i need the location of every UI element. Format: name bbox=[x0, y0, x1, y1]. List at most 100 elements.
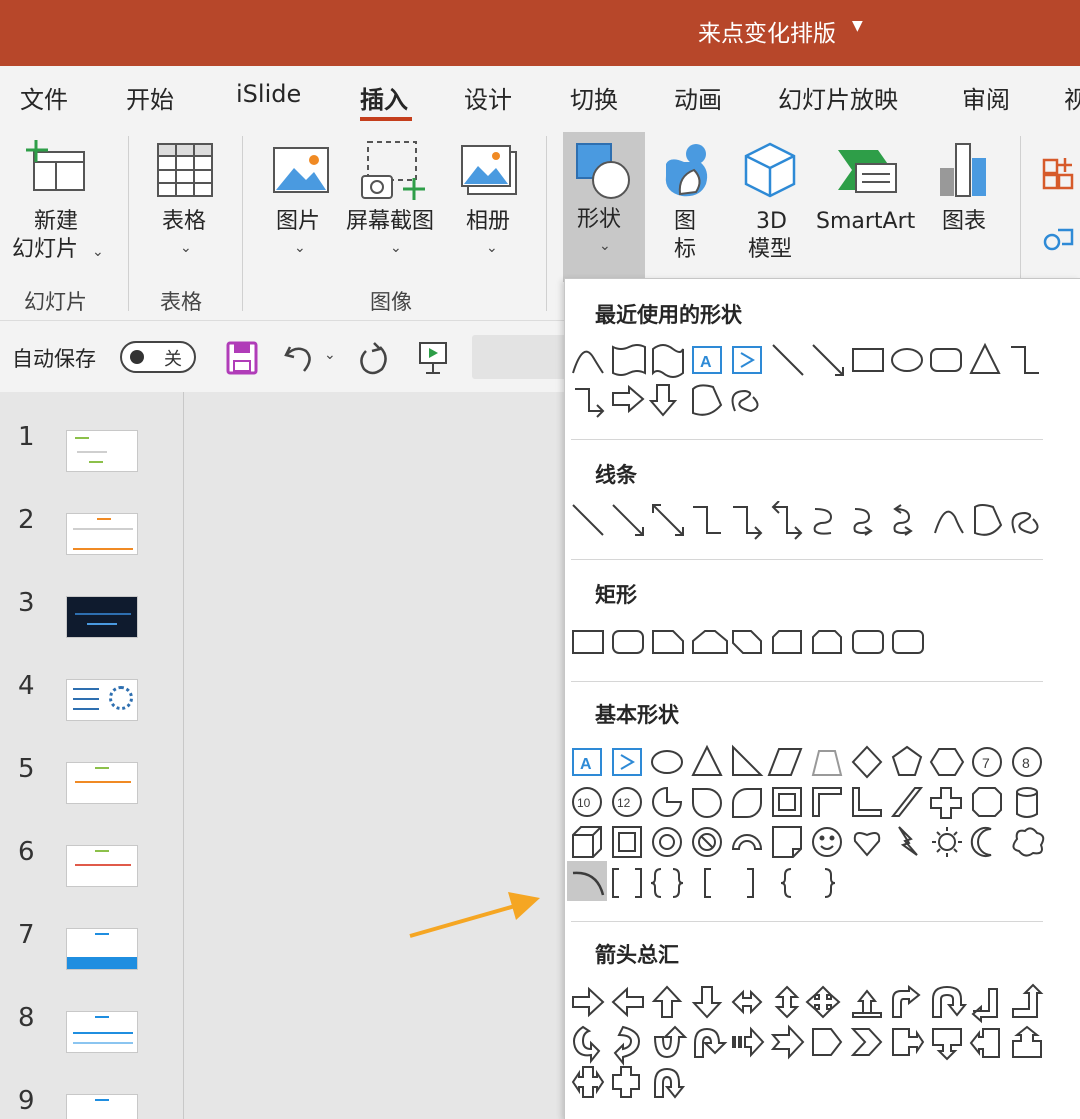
section-title-recent: 最近使用的形状 bbox=[595, 303, 742, 327]
group-label-table: 表格 bbox=[160, 290, 202, 314]
block-arrows-grid[interactable] bbox=[569, 983, 1049, 1103]
screenshot-icon bbox=[361, 141, 425, 200]
svg-text:A: A bbox=[580, 756, 592, 773]
screenshot-label: 屏幕截图 bbox=[346, 209, 435, 234]
slide-thumbnail[interactable] bbox=[66, 513, 138, 555]
slide-thumbnail[interactable] bbox=[66, 845, 138, 887]
tab-slideshow[interactable]: 幻灯片放映 bbox=[778, 80, 898, 115]
undo-icon[interactable] bbox=[282, 343, 316, 373]
divider bbox=[571, 439, 1043, 440]
slide-thumbnail[interactable] bbox=[66, 928, 138, 970]
tab-transitions[interactable]: 切换 bbox=[570, 80, 618, 115]
new-slide-icon bbox=[26, 140, 85, 191]
album-label: 相册 bbox=[466, 209, 511, 234]
present-icon[interactable] bbox=[418, 341, 448, 375]
separator bbox=[546, 136, 547, 311]
slide-number: 5 bbox=[18, 754, 35, 784]
autosave-label: 自动保存 bbox=[12, 347, 96, 371]
3d-label-1: 3D bbox=[756, 209, 787, 234]
separator bbox=[242, 136, 243, 311]
autosave-toggle[interactable]: 关 bbox=[120, 341, 196, 373]
svg-text:8: 8 bbox=[1022, 755, 1030, 771]
shapes-icon bbox=[576, 143, 630, 199]
section-title-lines: 线条 bbox=[595, 463, 637, 487]
ribbon-tabs: 文件 开始 iSlide 插入 设计 切换 动画 幻灯片放映 审阅 视 bbox=[0, 66, 1080, 126]
slide-number: 3 bbox=[18, 588, 35, 618]
tab-insert[interactable]: 插入 bbox=[360, 80, 408, 115]
save-icon[interactable] bbox=[226, 341, 258, 375]
slide-number: 2 bbox=[18, 505, 35, 535]
section-title-rectangles: 矩形 bbox=[595, 583, 637, 607]
undo-dropdown-icon[interactable]: ⌄ bbox=[324, 347, 336, 363]
icons-label-1: 图 bbox=[674, 209, 697, 234]
tab-review[interactable]: 审阅 bbox=[962, 80, 1010, 115]
slide-thumbnail[interactable] bbox=[66, 679, 138, 721]
slide-number: 8 bbox=[18, 1003, 35, 1033]
tab-animations[interactable]: 动画 bbox=[674, 80, 722, 115]
svg-text:12: 12 bbox=[617, 796, 631, 810]
shapes-button[interactable]: 形状 ⌄ bbox=[563, 132, 645, 282]
toggle-knob bbox=[130, 350, 144, 364]
slide-thumbnail[interactable] bbox=[66, 1094, 138, 1119]
shapes-label: 形状 bbox=[577, 207, 622, 232]
slide-editor[interactable] bbox=[185, 392, 565, 1119]
lines-grid[interactable] bbox=[569, 501, 1049, 541]
chevron-down-icon: ⌄ bbox=[486, 240, 498, 256]
slide-thumbnail[interactable] bbox=[66, 1011, 138, 1053]
autosave-state: 关 bbox=[164, 349, 182, 370]
rectangles-grid[interactable] bbox=[569, 623, 1049, 663]
chevron-down-icon: ⌄ bbox=[92, 244, 104, 260]
new-slide-label-2: 幻灯片 bbox=[12, 237, 79, 262]
section-title-arrows: 箭头总汇 bbox=[595, 943, 679, 967]
group-label-images: 图像 bbox=[370, 290, 412, 314]
add-in-icon[interactable] bbox=[1040, 156, 1076, 192]
svg-text:10: 10 bbox=[577, 796, 591, 810]
link-icon[interactable] bbox=[1042, 222, 1078, 254]
tab-home[interactable]: 开始 bbox=[126, 80, 174, 115]
tab-file[interactable]: 文件 bbox=[20, 80, 68, 115]
section-title-basic: 基本形状 bbox=[595, 703, 679, 727]
slide-thumbnail-pane: 1 2 3 4 5 6 7 8 9 bbox=[0, 392, 184, 1119]
chevron-down-icon: ⌄ bbox=[599, 238, 611, 254]
tab-view[interactable]: 视 bbox=[1064, 80, 1080, 115]
table-icon bbox=[157, 143, 213, 197]
slide-thumbnail[interactable] bbox=[66, 762, 138, 804]
photo-album-icon bbox=[461, 145, 517, 195]
chevron-down-icon[interactable]: ▼ bbox=[852, 18, 863, 34]
smartart-label: SmartArt bbox=[816, 209, 916, 234]
slide-number: 4 bbox=[18, 671, 35, 701]
shapes-gallery: 最近使用的形状 A 线条 矩形 基本形状 A 7 8 10 12 箭头总汇 bbox=[564, 278, 1080, 1119]
divider bbox=[571, 681, 1043, 682]
bar-chart-icon bbox=[940, 143, 986, 197]
recent-shapes-grid[interactable]: A bbox=[569, 341, 1049, 421]
svg-text:7: 7 bbox=[982, 755, 990, 771]
icons-icon bbox=[665, 144, 708, 197]
document-title[interactable]: 来点变化排版 bbox=[698, 14, 836, 48]
smartart-icon bbox=[838, 150, 897, 193]
title-bar: 来点变化排版 ▼ bbox=[0, 0, 1080, 66]
divider bbox=[571, 559, 1043, 560]
slide-number: 7 bbox=[18, 920, 35, 950]
table-label: 表格 bbox=[162, 209, 207, 234]
new-slide-label-1: 新建 bbox=[34, 209, 79, 234]
chevron-down-icon: ⌄ bbox=[390, 240, 402, 256]
slide-thumbnail[interactable] bbox=[66, 596, 138, 638]
picture-label: 图片 bbox=[276, 209, 321, 234]
tab-islide[interactable]: iSlide bbox=[236, 80, 301, 108]
3d-label-2: 模型 bbox=[748, 237, 793, 262]
chart-label: 图表 bbox=[942, 209, 987, 234]
tab-design[interactable]: 设计 bbox=[464, 80, 512, 115]
basic-shapes-grid[interactable]: A 7 8 10 12 bbox=[569, 743, 1049, 903]
slide-number: 9 bbox=[18, 1086, 35, 1116]
slide-number: 6 bbox=[18, 837, 35, 867]
redo-icon[interactable] bbox=[356, 341, 392, 377]
slide-number: 1 bbox=[18, 422, 35, 452]
cube-3d-icon bbox=[744, 142, 796, 198]
chevron-down-icon: ⌄ bbox=[294, 240, 306, 256]
icons-label-2: 标 bbox=[674, 237, 697, 262]
active-tab-indicator bbox=[360, 117, 412, 121]
slide-thumbnail[interactable] bbox=[66, 430, 138, 472]
chevron-down-icon: ⌄ bbox=[180, 240, 192, 256]
svg-text:A: A bbox=[700, 354, 712, 371]
separator bbox=[128, 136, 129, 311]
